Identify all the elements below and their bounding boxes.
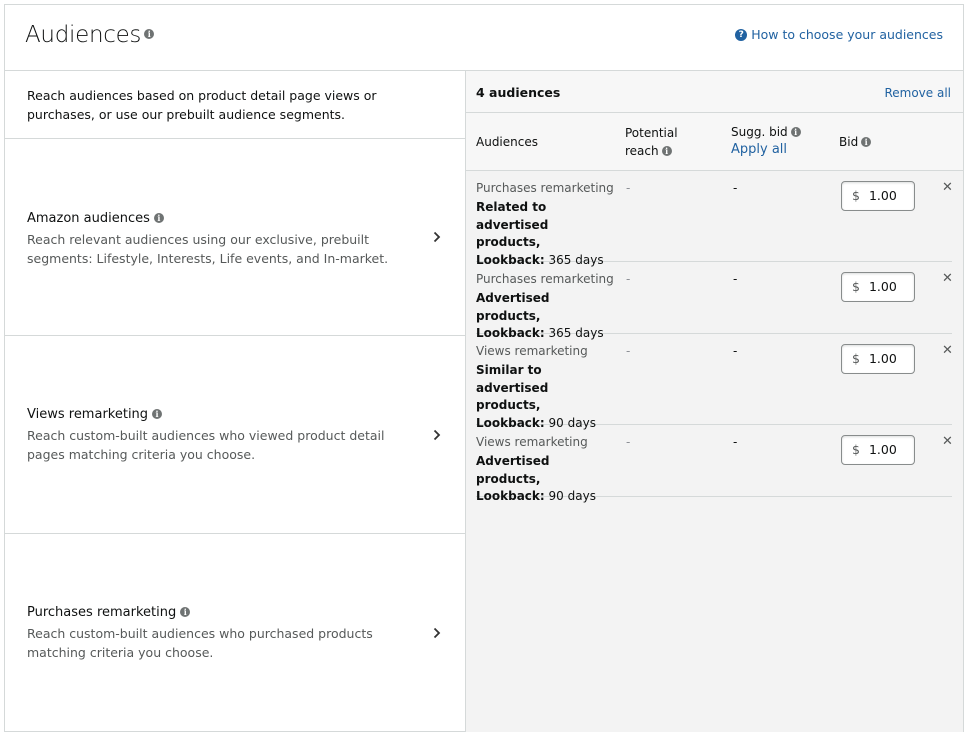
audiences-panel: Audiences i ? How to choose your audience… xyxy=(4,4,964,732)
help-link-text[interactable]: How to choose your audiences xyxy=(751,27,943,42)
column-sugg-bid: Sugg. bid i Apply all xyxy=(731,123,801,159)
table-row: Views remarketing Advertised products, L… xyxy=(476,425,953,503)
audience-criteria: Advertised products, xyxy=(476,454,550,486)
potential-reach-value: - xyxy=(626,435,631,449)
help-link[interactable]: ? How to choose your audiences xyxy=(735,27,943,42)
audience-card-purchases[interactable]: Purchases remarketing i Reach custom-buil… xyxy=(5,534,465,732)
column-sugg-bid-label: Sugg. bid i xyxy=(731,123,801,141)
audience-card-title-text: Purchases remarketing xyxy=(27,605,177,620)
audience-card-description: Reach relevant audiences using our exclu… xyxy=(27,232,389,266)
audience-criteria: Advertised products, xyxy=(476,291,550,323)
audience-card-title: Purchases remarketing i xyxy=(27,605,191,620)
audience-card-title: Views remarketing i xyxy=(27,407,163,422)
info-icon[interactable]: i xyxy=(861,136,872,147)
potential-reach-value: - xyxy=(626,181,631,195)
audience-card-description: Reach custom-built audiences who viewed … xyxy=(27,428,385,462)
intro-text: Reach audiences based on product detail … xyxy=(5,71,465,139)
audience-criteria: Related to advertised products, xyxy=(476,200,549,249)
bid-value[interactable]: 1.00 xyxy=(869,442,897,457)
audience-type: Views remarketing xyxy=(476,344,588,358)
sugg-bid-value: - xyxy=(733,272,738,286)
bid-value[interactable]: 1.00 xyxy=(869,188,897,203)
column-bid-text: Bid xyxy=(839,135,859,149)
column-bid: Bid i xyxy=(839,133,872,151)
audience-detail: Related to advertised products, Lookback… xyxy=(476,199,616,269)
table-row: Purchases remarketing Advertised product… xyxy=(476,262,953,340)
lookback-label: Lookback: xyxy=(476,489,545,503)
currency-symbol: $ xyxy=(852,442,860,457)
info-icon[interactable]: i xyxy=(152,408,163,419)
close-icon[interactable]: ✕ xyxy=(942,271,953,286)
audience-type: Purchases remarketing xyxy=(476,272,614,286)
audience-type: Views remarketing xyxy=(476,435,588,449)
currency-symbol: $ xyxy=(852,351,860,366)
sugg-bid-value: - xyxy=(733,344,738,358)
bid-input[interactable]: $1.00 xyxy=(841,181,915,211)
bid-value[interactable]: 1.00 xyxy=(869,351,897,366)
table-row: Views remarketing Similar to advertised … xyxy=(476,334,953,430)
info-icon[interactable]: i xyxy=(790,126,801,137)
page-title-text: Audiences xyxy=(25,22,142,48)
panel-header: Audiences i ? How to choose your audience… xyxy=(5,5,963,71)
bid-input[interactable]: $1.00 xyxy=(841,435,915,465)
selected-audiences-panel: 4 audiences Remove all Audiences Potenti… xyxy=(466,71,963,732)
audience-count: 4 audiences xyxy=(476,85,561,100)
page-title: Audiences i xyxy=(25,22,155,48)
column-potential-reach-text: reach xyxy=(625,144,659,158)
bid-input[interactable]: $1.00 xyxy=(841,272,915,302)
audience-detail: Similar to advertised products, Lookback… xyxy=(476,362,616,432)
chevron-right-icon[interactable] xyxy=(433,627,441,639)
help-icon: ? xyxy=(735,28,748,41)
potential-reach-value: - xyxy=(626,272,631,286)
potential-reach-value: - xyxy=(626,344,631,358)
currency-symbol: $ xyxy=(852,279,860,294)
info-icon[interactable]: i xyxy=(144,28,155,39)
audience-card-title-text: Amazon audiences xyxy=(27,211,150,226)
table-row: Purchases remarketing Related to adverti… xyxy=(476,171,953,267)
sugg-bid-value: - xyxy=(733,181,738,195)
audience-type-list: Reach audiences based on product detail … xyxy=(5,71,466,732)
audience-card-description: Reach custom-built audiences who purchas… xyxy=(27,626,373,660)
column-audiences: Audiences xyxy=(476,135,538,149)
audience-type: Purchases remarketing xyxy=(476,181,614,195)
column-potential-reach-line2: reach i xyxy=(625,142,678,160)
audience-card-amazon[interactable]: Amazon audiences i Reach relevant audienc… xyxy=(5,139,465,336)
audience-card-views[interactable]: Views remarketing i Reach custom-built au… xyxy=(5,336,465,534)
bid-input[interactable]: $1.00 xyxy=(841,344,915,374)
sugg-bid-value: - xyxy=(733,435,738,449)
apply-all-link[interactable]: Apply all xyxy=(731,141,801,159)
info-icon[interactable]: i xyxy=(661,145,672,156)
close-icon[interactable]: ✕ xyxy=(942,434,953,449)
close-icon[interactable]: ✕ xyxy=(942,180,953,195)
column-potential-reach: Potential reach i xyxy=(625,124,678,160)
info-icon[interactable]: i xyxy=(180,606,191,617)
currency-symbol: $ xyxy=(852,188,860,203)
audience-detail: Advertised products, Lookback: 90 days xyxy=(476,453,616,506)
selected-audiences-header: 4 audiences Remove all xyxy=(466,71,963,113)
column-potential-reach-line1: Potential xyxy=(625,126,678,140)
audience-card-title-text: Views remarketing xyxy=(27,407,149,422)
info-icon[interactable]: i xyxy=(153,212,164,223)
lookback-value: 90 days xyxy=(548,489,596,503)
bid-value[interactable]: 1.00 xyxy=(869,279,897,294)
close-icon[interactable]: ✕ xyxy=(942,343,953,358)
chevron-right-icon[interactable] xyxy=(433,429,441,441)
audience-criteria: Similar to advertised products, xyxy=(476,363,549,412)
remove-all-link[interactable]: Remove all xyxy=(884,86,951,100)
audience-card-title: Amazon audiences i xyxy=(27,211,164,226)
table-header: Audiences Potential reach i Sugg. bid i Ap… xyxy=(466,113,963,171)
chevron-right-icon[interactable] xyxy=(433,231,441,243)
column-sugg-bid-text: Sugg. bid xyxy=(731,125,788,139)
